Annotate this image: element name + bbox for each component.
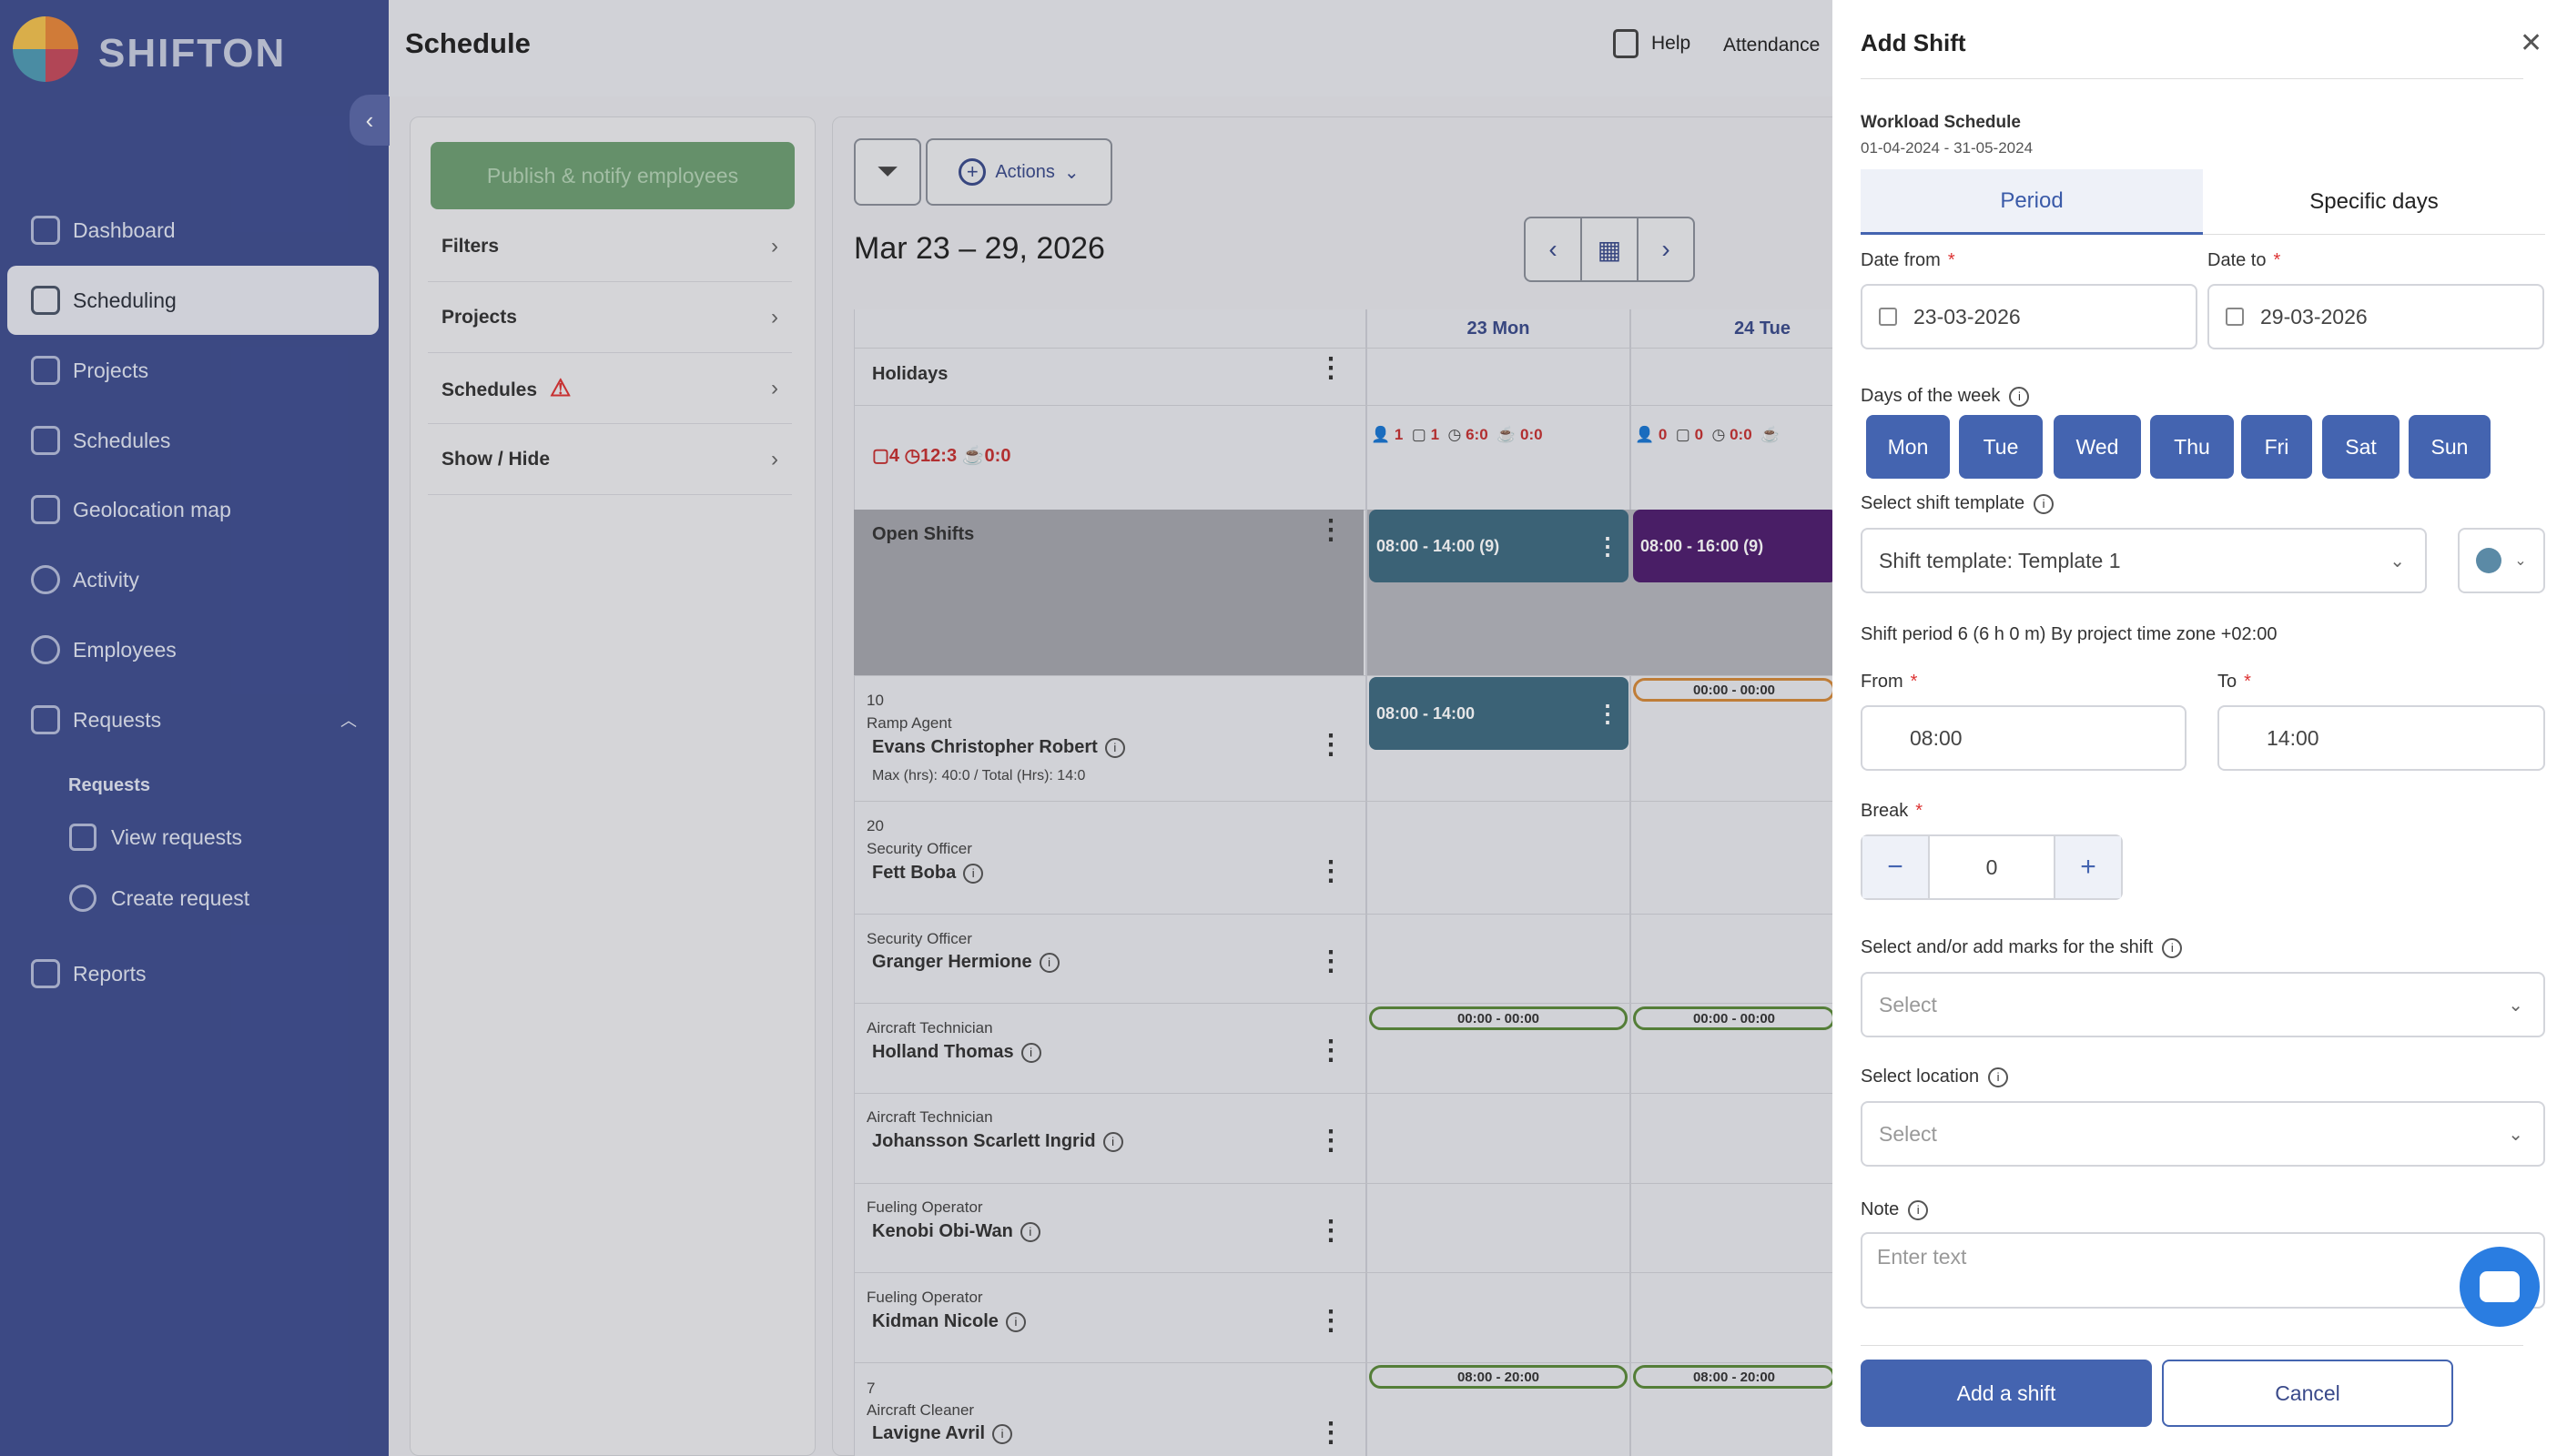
note-label: Note i (1861, 1199, 1929, 1220)
to-label: To * (2217, 672, 2251, 692)
days-of-week-label: Days of the week i (1861, 386, 2030, 407)
decrement-button[interactable]: − (1862, 836, 1930, 898)
chat-widget-button[interactable] (2460, 1247, 2540, 1327)
modal-divider (1861, 1345, 2523, 1346)
shift-template-label: Select shift template i (1861, 493, 2055, 514)
cancel-button[interactable]: Cancel (2162, 1360, 2453, 1427)
calendar-icon (1879, 308, 1897, 326)
date-from-label: Date from * (1861, 250, 1955, 270)
chat-bubble-icon (2480, 1271, 2520, 1302)
chevron-down-icon: ⌄ (2514, 553, 2527, 569)
modal-backdrop[interactable] (0, 0, 1832, 1456)
date-to-input[interactable]: 29-03-2026 (2207, 284, 2544, 349)
to-time-input[interactable]: 14:00 (2217, 705, 2545, 771)
chevron-down-icon: ⌄ (2508, 995, 2523, 1016)
template-color-picker[interactable]: ⌄ (2458, 528, 2545, 593)
date-from-input[interactable]: 23-03-2026 (1861, 284, 2197, 349)
from-label: From * (1861, 672, 1918, 692)
note-textarea[interactable]: Enter text (1861, 1232, 2545, 1309)
info-icon[interactable]: i (2009, 386, 2030, 407)
info-icon[interactable]: i (2162, 937, 2183, 958)
info-icon[interactable]: i (2034, 493, 2055, 514)
marks-label: Select and/or add marks for the shift i (1861, 937, 2183, 958)
chevron-down-icon: ⌄ (2389, 551, 2405, 571)
info-icon[interactable]: i (1908, 1199, 1929, 1220)
day-toggle-fri[interactable]: Fri (2241, 415, 2312, 479)
from-time-input[interactable]: 08:00 (1861, 705, 2187, 771)
modal-title: Add Shift (1861, 29, 1966, 56)
day-toggle-wed[interactable]: Wed (2054, 415, 2141, 479)
shift-period-text: Shift period 6 (6 h 0 m) By project time… (1861, 624, 2278, 644)
schedule-range: 01-04-2024 - 31-05-2024 (1861, 139, 2034, 157)
date-to-label: Date to * (2207, 250, 2281, 270)
break-label: Break * (1861, 801, 1923, 821)
modal-divider (1861, 78, 2523, 79)
tab-specific-days[interactable]: Specific days (2203, 169, 2545, 235)
break-value[interactable]: 0 (1930, 855, 2054, 880)
chevron-down-icon: ⌄ (2508, 1124, 2523, 1145)
day-toggle-sun[interactable]: Sun (2409, 415, 2491, 479)
increment-button[interactable]: + (2054, 836, 2121, 898)
marks-select[interactable]: Select ⌄ (1861, 972, 2545, 1037)
schedule-name: Workload Schedule (1861, 113, 2021, 132)
calendar-icon (2226, 308, 2244, 326)
add-shift-button[interactable]: Add a shift (1861, 1360, 2152, 1427)
day-toggle-mon[interactable]: Mon (1866, 415, 1950, 479)
break-stepper: − 0 + (1861, 834, 2123, 900)
location-select[interactable]: Select ⌄ (1861, 1101, 2545, 1167)
close-icon[interactable]: ✕ (2520, 27, 2542, 59)
location-label: Select location i (1861, 1067, 2009, 1087)
color-swatch (2476, 548, 2502, 573)
tab-period[interactable]: Period (1861, 169, 2203, 235)
info-icon[interactable]: i (1988, 1067, 2009, 1087)
day-toggle-sat[interactable]: Sat (2322, 415, 2400, 479)
day-toggle-tue[interactable]: Tue (1959, 415, 2043, 479)
shift-template-select[interactable]: Shift template: Template 1 ⌄ (1861, 528, 2427, 593)
day-toggle-thu[interactable]: Thu (2150, 415, 2234, 479)
